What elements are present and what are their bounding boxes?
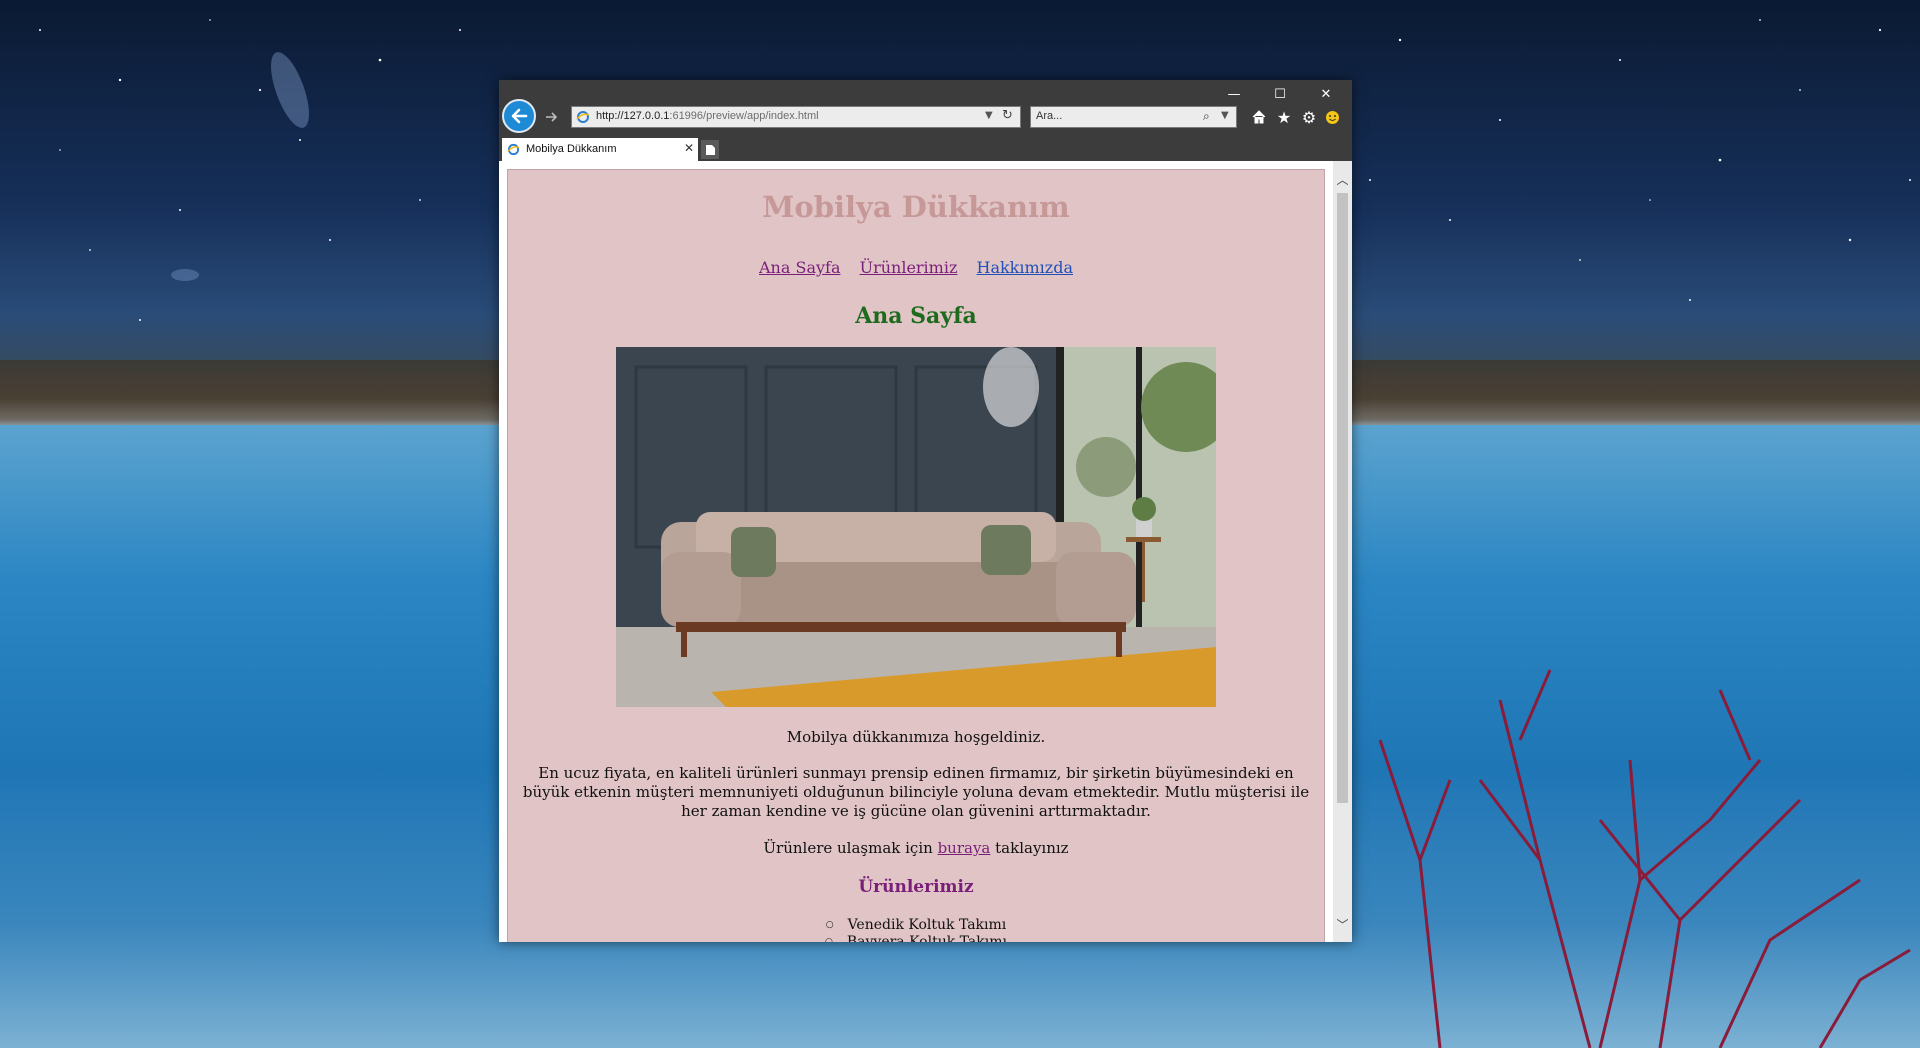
ie-page-icon xyxy=(576,111,590,123)
scroll-thumb[interactable] xyxy=(1337,193,1348,803)
ie-page-icon xyxy=(507,143,520,156)
products-cta: Ürünlere ulaşmak için buraya taklayınız xyxy=(508,839,1324,857)
vertical-scrollbar[interactable]: ︿ ﹀ xyxy=(1333,161,1352,942)
forward-arrow-icon xyxy=(546,112,558,122)
tab-title: Mobilya Dükkanım xyxy=(526,143,617,155)
tab-mobilya[interactable]: Mobilya Dükkanım ✕ xyxy=(502,138,698,161)
browser-window: — ☐ ✕ http://127.0.0.1:61996/preview/app… xyxy=(499,80,1352,942)
list-item: ○ Venedik Koltuk Takımı xyxy=(825,917,1007,933)
product-list: ○ Venedik Koltuk Takımı ○ Bavyera Koltuk T… xyxy=(508,917,1324,942)
tab-bar: Mobilya Dükkanım ✕ xyxy=(499,137,1352,161)
products-link[interactable]: buraya xyxy=(938,839,991,857)
site-nav: Ana Sayfa Ürünlerimiz Hakkımızda xyxy=(508,258,1324,277)
search-placeholder: Ara... xyxy=(1036,110,1063,122)
search-dropdown-icon[interactable]: ▼ xyxy=(1221,110,1229,121)
section-heading: Ana Sayfa xyxy=(855,303,977,329)
back-arrow-icon xyxy=(511,108,528,124)
home-icon[interactable] xyxy=(1249,107,1269,127)
nav-link-hakkimizda[interactable]: Hakkımızda xyxy=(976,258,1073,277)
address-bar[interactable]: http://127.0.0.1:61996/preview/app/index… xyxy=(571,106,1021,128)
cta-suffix: taklayınız xyxy=(995,839,1069,857)
scroll-up-icon[interactable]: ︿ xyxy=(1333,171,1352,187)
list-item: ○ Bavyera Koltuk Takımı xyxy=(825,934,1007,942)
search-box[interactable]: Ara... ⌕ ▼ xyxy=(1030,106,1237,128)
cta-prefix: Ürünlere ulaşmak için xyxy=(763,839,933,857)
address-url: http://127.0.0.1:61996/preview/app/index… xyxy=(596,110,819,122)
back-button[interactable] xyxy=(502,99,536,133)
smiley-feedback-icon[interactable] xyxy=(1322,107,1342,127)
tab-close-icon[interactable]: ✕ xyxy=(684,141,694,155)
scroll-down-icon[interactable]: ﹀ xyxy=(1333,916,1352,932)
address-dropdown-icon[interactable]: ▼ xyxy=(985,110,993,121)
new-tab-icon xyxy=(705,144,715,155)
page-viewport[interactable]: Mobilya Dükkanım Ana Sayfa Ürünlerimiz H… xyxy=(499,161,1333,942)
nav-link-urunlerimiz[interactable]: Ürünlerimiz xyxy=(860,258,958,277)
search-icon[interactable]: ⌕ xyxy=(1203,109,1210,124)
about-text: En ucuz fiyata, en kaliteli ürünleri sun… xyxy=(522,764,1310,820)
new-tab-button[interactable] xyxy=(701,140,719,159)
welcome-text: Mobilya dükkanımıza hoşgeldiniz. xyxy=(786,728,1046,746)
sofa-hero-image xyxy=(616,347,1216,707)
nav-link-ana-sayfa[interactable]: Ana Sayfa xyxy=(759,258,840,277)
forward-button[interactable] xyxy=(542,108,560,126)
favorites-star-icon[interactable]: ★ xyxy=(1274,107,1294,127)
page-body: Mobilya Dükkanım Ana Sayfa Ürünlerimiz H… xyxy=(507,169,1325,942)
products-heading: Ürünlerimiz xyxy=(858,877,974,897)
site-title: Mobilya Dükkanım xyxy=(762,190,1070,224)
refresh-icon[interactable]: ↻ xyxy=(1002,108,1013,123)
settings-gear-icon[interactable]: ⚙ xyxy=(1299,107,1319,127)
